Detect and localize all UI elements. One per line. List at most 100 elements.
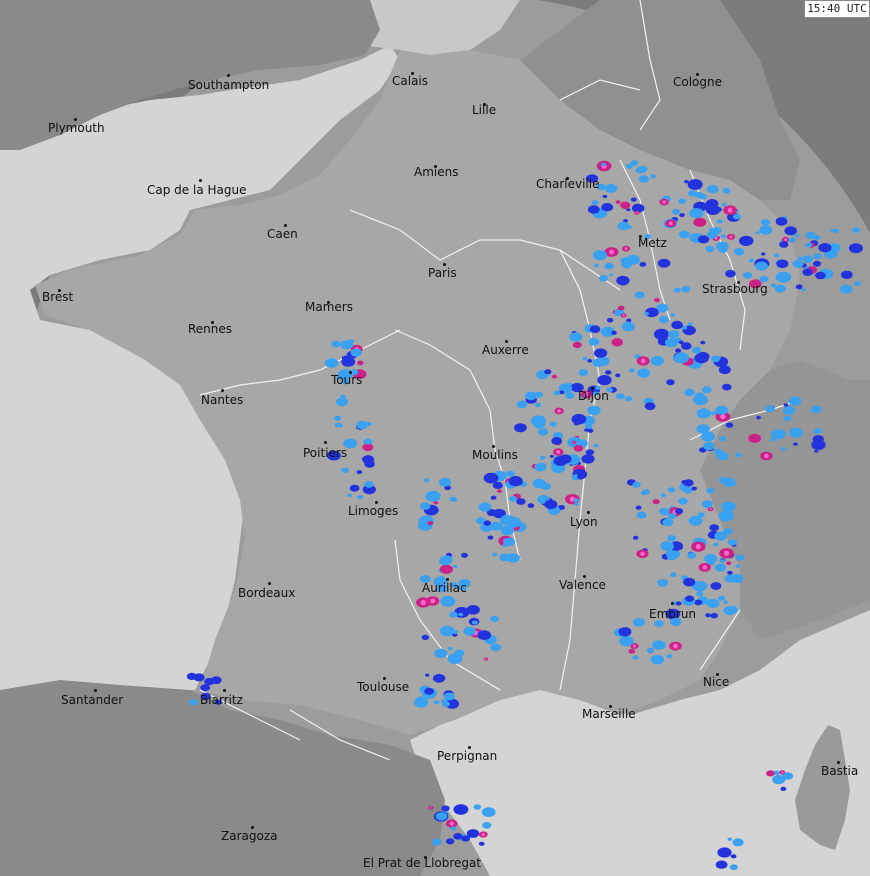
- radar-echo: [783, 406, 796, 415]
- radar-echo-core: [729, 235, 733, 239]
- radar-echo: [652, 640, 666, 650]
- radar-echo: [660, 541, 674, 551]
- radar-echo: [776, 259, 789, 269]
- radar-echo: [788, 427, 804, 438]
- radar-echo: [775, 217, 788, 226]
- radar-echo: [650, 174, 657, 179]
- city-marker-icon: [324, 441, 327, 444]
- city-label: Paris: [428, 266, 457, 280]
- radar-echo: [549, 421, 557, 427]
- radar-echo: [742, 272, 753, 279]
- radar-echo: [601, 203, 614, 212]
- radar-echo: [341, 467, 349, 473]
- radar-echo: [775, 271, 792, 283]
- radar-echo: [204, 677, 215, 686]
- radar-echo: [335, 397, 349, 407]
- radar-echo: [715, 405, 729, 415]
- radar-echo: [439, 556, 452, 566]
- radar-echo: [698, 193, 707, 200]
- radar-echo: [497, 489, 502, 494]
- radar-echo: [810, 405, 822, 414]
- radar-echo: [678, 497, 688, 505]
- map-canvas: [0, 0, 870, 876]
- city-label: Aurillac: [422, 581, 467, 595]
- radar-echo: [632, 655, 639, 660]
- radar-echo: [710, 613, 718, 619]
- radar-echo: [797, 256, 803, 261]
- radar-echo: [599, 275, 609, 282]
- radar-echo: [727, 570, 733, 575]
- radar-echo: [721, 202, 727, 207]
- radar-echo: [795, 284, 803, 290]
- radar-echo: [338, 423, 343, 428]
- radar-echo: [632, 481, 641, 488]
- radar-echo: [852, 227, 860, 233]
- radar-echo: [735, 554, 745, 561]
- radar-echo: [490, 615, 499, 623]
- radar-echo: [334, 415, 341, 421]
- radar-echo: [764, 405, 775, 413]
- radar-echo: [461, 835, 471, 842]
- city-label: Bordeaux: [238, 586, 296, 600]
- radar-echo: [477, 630, 492, 640]
- radar-echo: [783, 403, 789, 407]
- radar-echo: [543, 486, 549, 490]
- radar-echo: [573, 445, 584, 452]
- radar-echo: [432, 673, 446, 683]
- radar-echo: [839, 284, 853, 294]
- radar-echo-core: [622, 314, 625, 317]
- radar-echo: [683, 479, 694, 487]
- radar-echo-core: [430, 807, 432, 809]
- radar-echo: [706, 598, 720, 609]
- radar-echo: [604, 262, 614, 270]
- radar-echo: [616, 275, 630, 286]
- city-marker-icon: [671, 602, 674, 605]
- radar-echo: [611, 330, 617, 335]
- radar-echo: [618, 627, 632, 637]
- city-label: Brest: [42, 290, 74, 304]
- radar-echo: [434, 648, 448, 658]
- radar-echo: [673, 287, 681, 293]
- radar-echo: [668, 330, 680, 339]
- radar-echo: [657, 579, 669, 587]
- radar-echo: [438, 477, 452, 487]
- radar-echo: [694, 353, 709, 364]
- radar-echo: [723, 528, 733, 535]
- radar-echo: [755, 231, 760, 235]
- radar-echo: [687, 179, 703, 190]
- radar-echo: [678, 230, 690, 239]
- radar-echo: [629, 368, 635, 373]
- radar-echo: [788, 237, 796, 243]
- radar-echo: [654, 298, 660, 303]
- radar-echo: [589, 325, 601, 334]
- radar-echo: [672, 208, 680, 215]
- radar-echo: [664, 338, 679, 348]
- radar-echo: [461, 552, 468, 558]
- city-label: Toulouse: [357, 680, 410, 694]
- radar-echo: [635, 167, 645, 174]
- city-label: Auxerre: [482, 343, 529, 357]
- radar-echo: [805, 242, 813, 248]
- radar-echo-core: [695, 544, 701, 550]
- radar-echo: [666, 379, 675, 386]
- city-marker-icon: [223, 689, 226, 692]
- radar-echo: [719, 436, 727, 442]
- radar-echo-core: [633, 644, 636, 648]
- radar-echo: [572, 341, 582, 349]
- radar-echo: [813, 253, 822, 260]
- radar-echo: [569, 332, 583, 342]
- radar-echo: [565, 392, 575, 399]
- radar-echo: [701, 500, 713, 508]
- radar-echo: [723, 606, 736, 616]
- radar-echo: [482, 822, 492, 829]
- city-label: Embrun: [649, 607, 697, 621]
- radar-echo: [705, 199, 719, 208]
- radar-echo: [620, 201, 631, 209]
- radar-echo: [727, 539, 735, 546]
- radar-echo: [418, 515, 434, 527]
- city-label: Amiens: [414, 165, 459, 179]
- radar-echo: [678, 198, 686, 204]
- radar-echo: [691, 486, 697, 491]
- radar-echo: [642, 489, 650, 495]
- radar-echo: [340, 340, 354, 350]
